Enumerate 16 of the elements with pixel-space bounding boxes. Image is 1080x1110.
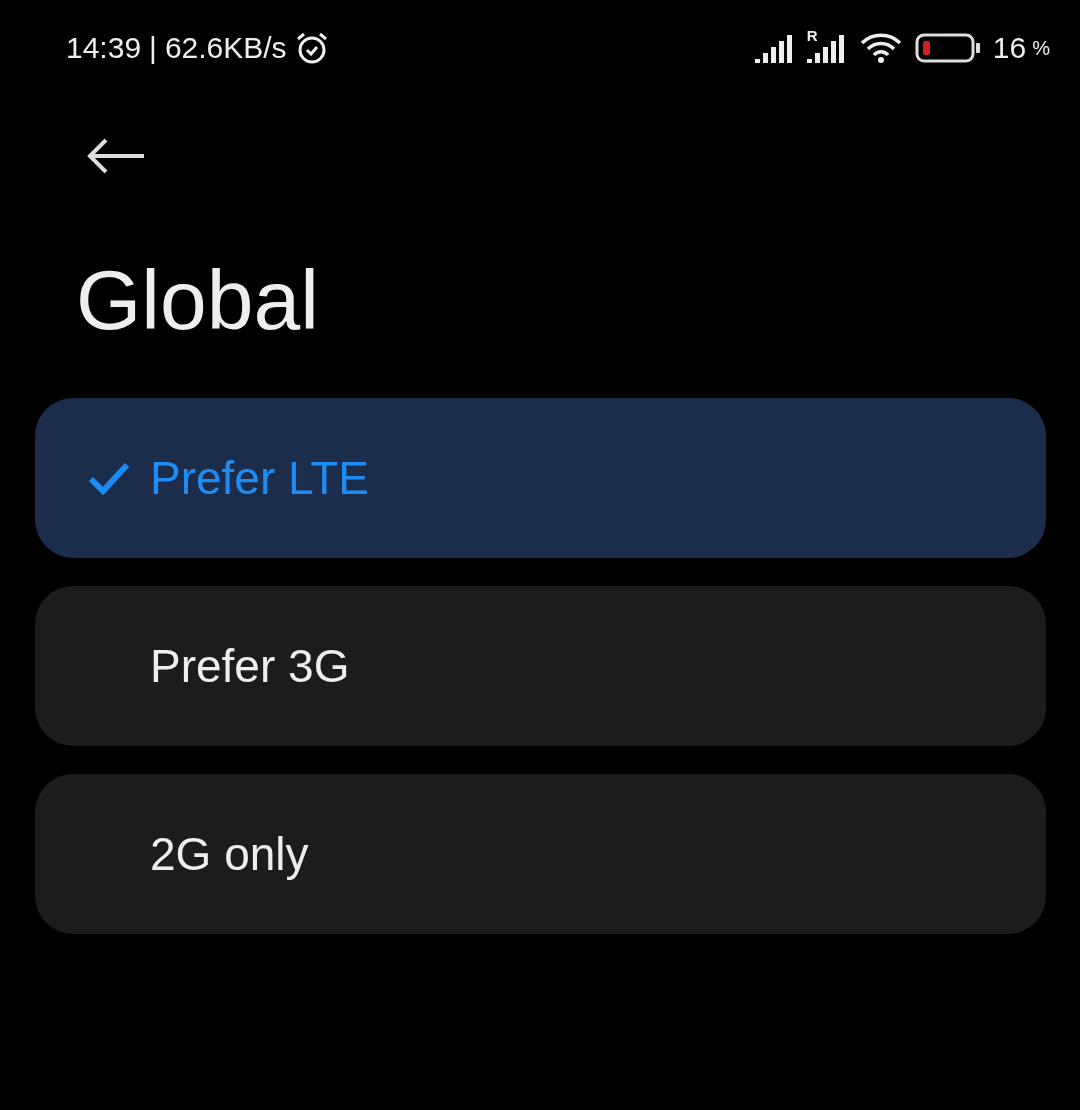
option-item[interactable]: Prefer 3G (35, 586, 1046, 747)
separator-text: | (149, 31, 157, 65)
alarm-icon (294, 31, 329, 65)
roaming-indicator: R (806, 27, 818, 44)
check-icon (88, 461, 130, 496)
battery-percent: 16 (992, 31, 1027, 65)
page-title: Global (76, 254, 320, 347)
wifi-icon (858, 31, 903, 65)
option-item[interactable]: Prefer LTE (35, 398, 1046, 559)
network-speed: 62.6KB/s (164, 31, 287, 65)
option-item[interactable]: 2G only (35, 774, 1046, 935)
signal-icon (806, 33, 847, 63)
percent-sign: % (1032, 36, 1050, 60)
battery-icon (914, 33, 981, 63)
clock-time: 14:39 (66, 31, 142, 65)
signal-icon (754, 33, 795, 63)
